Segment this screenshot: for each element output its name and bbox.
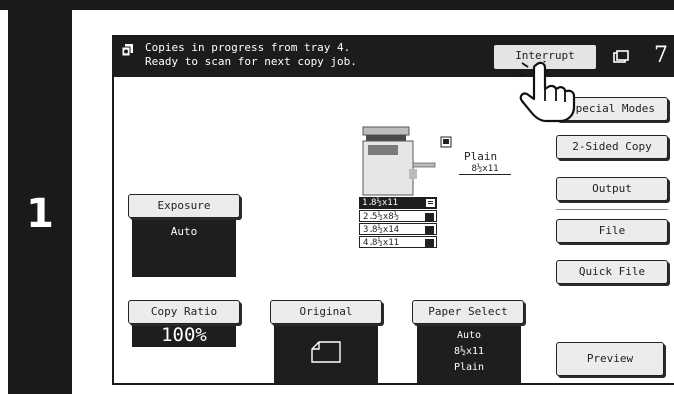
exposure-button[interactable]: Exposure	[128, 194, 240, 218]
status-line-1: Copies in progress from tray 4.	[145, 41, 351, 54]
output-paper-size: 8½x11	[459, 164, 511, 175]
step-sidebar: 1	[8, 10, 72, 394]
exposure-value: Auto	[170, 225, 198, 238]
paper-select-mode: Auto	[456, 330, 482, 341]
pointing-hand-icon	[519, 61, 576, 123]
copy-ratio-value: 100%	[161, 324, 207, 346]
copy-in-progress-icon	[121, 44, 133, 57]
paper-stack-icon	[425, 226, 434, 234]
tray-3[interactable]: 3. 8½x14	[359, 223, 437, 235]
original-button[interactable]: Original	[270, 300, 382, 324]
output-button[interactable]: Output	[556, 177, 668, 201]
tray-4[interactable]: 4. 8½x11	[359, 236, 437, 248]
status-message-bar: Copies in progress from tray 4. Ready to…	[114, 37, 674, 77]
status-line-2: Ready to scan for next copy job.	[145, 55, 357, 68]
top-border	[0, 0, 674, 10]
tray-1[interactable]: 1. 8½x11	[359, 197, 437, 209]
tray-size: 8½x14	[372, 225, 400, 235]
paper-stack-icon	[425, 239, 434, 247]
paper-stack-icon	[425, 213, 434, 221]
job-status-icon[interactable]	[613, 49, 629, 65]
quick-file-button[interactable]: Quick File	[556, 260, 668, 284]
copy-ratio-button[interactable]: Copy Ratio	[128, 300, 240, 324]
tray-size: 8½x11	[371, 198, 399, 208]
tray-size: 8½x11	[372, 238, 400, 248]
paper-select-size: 8½x11	[453, 346, 485, 357]
copier-touch-panel: Copies in progress from tray 4. Ready to…	[112, 35, 674, 385]
tray-2[interactable]: 2. 5½x8½	[359, 210, 437, 222]
two-sided-copy-button[interactable]: 2-Sided Copy	[556, 135, 668, 159]
paper-select-type: Plain	[453, 362, 485, 373]
step-number: 1	[26, 191, 54, 237]
copier-machine-icon	[362, 126, 436, 196]
tray-size: 5½x8½	[372, 212, 400, 222]
original-paper-icon	[311, 341, 341, 363]
paper-select-button[interactable]: Paper Select	[412, 300, 524, 324]
output-tray-icon	[440, 136, 452, 148]
paper-stack-icon	[426, 199, 435, 207]
file-button[interactable]: File	[556, 219, 668, 243]
output-paper-type: Plain	[464, 150, 498, 163]
preview-button[interactable]: Preview	[556, 342, 664, 376]
divider	[556, 209, 668, 210]
page-indicator: 7	[654, 43, 668, 68]
